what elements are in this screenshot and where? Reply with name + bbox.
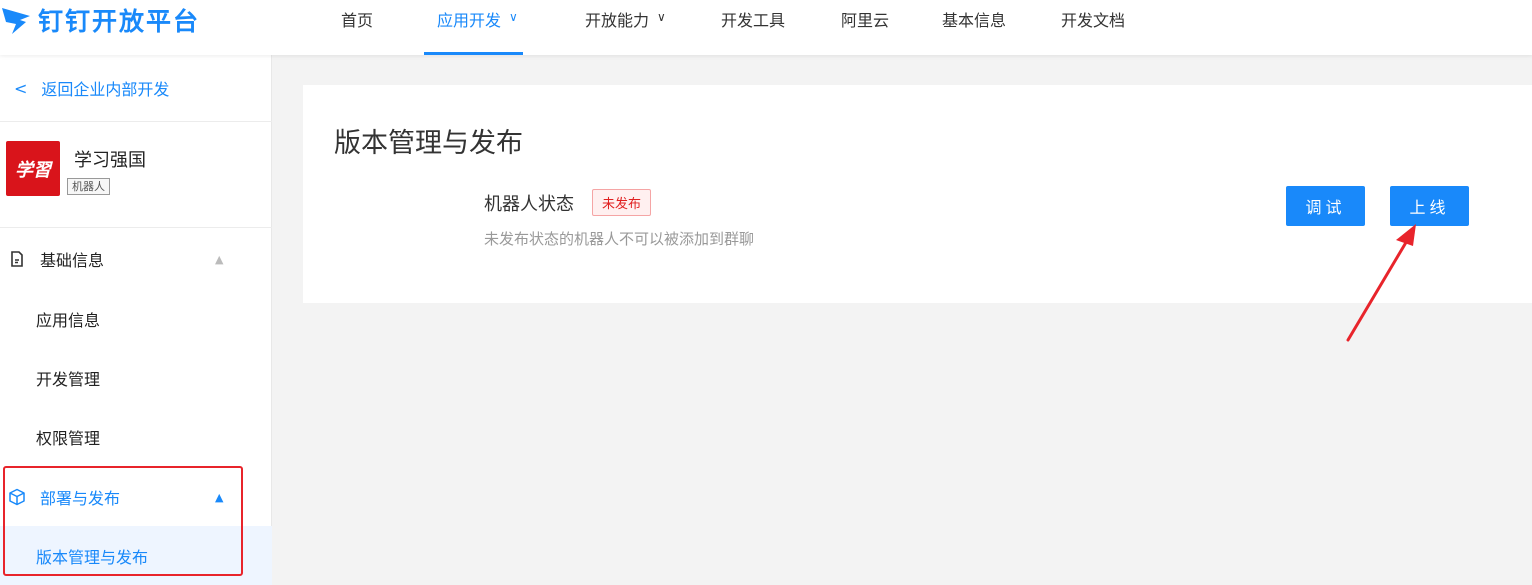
app-logo-text: 学習 <box>15 159 51 181</box>
debug-button-label: 调试 <box>1305 198 1346 217</box>
menu-item-dev-management-label: 开发管理 <box>36 369 101 389</box>
version-card: 版本管理与发布 机器人状态 未发布 未发布状态的机器人不可以被添加到群聊 调试 … <box>303 85 1532 303</box>
app-name: 学习强国 <box>74 150 146 171</box>
publish-button[interactable]: 上线 <box>1390 186 1469 226</box>
menu-item-permission-management[interactable]: 权限管理 <box>0 407 272 466</box>
status-badge-text: 未发布 <box>602 197 642 212</box>
menu-item-permission-management-label: 权限管理 <box>36 428 101 448</box>
nav-basic-info-label: 基本信息 <box>942 11 1007 30</box>
nav-dev-tools-label: 开发工具 <box>721 11 786 30</box>
nav-app-dev-label: 应用开发 <box>437 11 502 30</box>
page-title: 版本管理与发布 <box>334 128 523 159</box>
debug-button[interactable]: 调试 <box>1286 186 1365 226</box>
brand-logo[interactable]: 钉钉开放平台 <box>0 0 200 40</box>
nav-aliyun[interactable]: 阿里云 <box>841 0 889 55</box>
publish-button-label: 上线 <box>1409 198 1450 217</box>
collapse-caret-icon[interactable]: ▲ <box>215 253 223 266</box>
nav-open-capabilities[interactable]: 开放能力 ∨ <box>585 0 666 55</box>
back-link[interactable]: < 返回企业内部开发 <box>0 55 272 122</box>
chevron-down-icon: ∨ <box>509 10 518 24</box>
top-navbar: 钉钉开放平台 首页 应用开发 ∨ 开放能力 ∨ 开发工具 阿里云 基本信息 开发… <box>0 0 1532 55</box>
menu-group-deploy-publish-label: 部署与发布 <box>40 489 121 508</box>
app-info-block: 学習 学习强国 机器人 <box>0 122 272 228</box>
nav-home[interactable]: 首页 <box>341 0 373 55</box>
menu-item-version-management-label: 版本管理与发布 <box>36 547 149 567</box>
status-badge: 未发布 <box>592 189 652 216</box>
back-link-label: 返回企业内部开发 <box>41 80 170 99</box>
nav-app-dev[interactable]: 应用开发 ∨ <box>437 0 518 55</box>
menu-item-app-info[interactable]: 应用信息 <box>0 289 272 348</box>
app-type-tag: 机器人 <box>67 178 110 195</box>
nav-dev-tools[interactable]: 开发工具 <box>721 0 785 55</box>
file-icon <box>11 251 23 267</box>
nav-home-label: 首页 <box>341 11 374 30</box>
chevron-down-icon: ∨ <box>657 10 666 24</box>
nav-dev-docs[interactable]: 开发文档 <box>1061 0 1125 55</box>
menu-group-basic-info[interactable]: 基础信息 ▲ <box>0 229 272 289</box>
status-hint: 未发布状态的机器人不可以被添加到群聊 <box>484 230 755 248</box>
menu-group-basic-info-label: 基础信息 <box>40 251 105 270</box>
sidebar: < 返回企业内部开发 学習 学习强国 机器人 基础信息 ▲ 应用信息 开发管理 … <box>0 55 272 585</box>
nav-basic-info[interactable]: 基本信息 <box>942 0 1006 55</box>
app-logo: 学習 <box>6 141 60 196</box>
brand-name: 钉钉开放平台 <box>38 7 201 36</box>
dingtalk-logo-icon <box>2 8 30 34</box>
nav-dev-docs-label: 开发文档 <box>1061 11 1126 30</box>
chevron-left-icon: < <box>14 78 28 98</box>
menu-item-dev-management[interactable]: 开发管理 <box>0 348 272 407</box>
nav-open-capabilities-label: 开放能力 <box>585 11 650 30</box>
menu-group-deploy-publish[interactable]: 部署与发布 ▲ <box>0 467 272 527</box>
menu-item-version-management[interactable]: 版本管理与发布 <box>0 526 272 585</box>
collapse-caret-icon[interactable]: ▲ <box>215 491 223 504</box>
menu-item-app-info-label: 应用信息 <box>36 310 101 330</box>
nav-active-underline <box>424 52 523 55</box>
robot-status-label: 机器人状态 <box>484 194 574 215</box>
cube-icon <box>9 488 25 506</box>
nav-aliyun-label: 阿里云 <box>841 11 890 30</box>
